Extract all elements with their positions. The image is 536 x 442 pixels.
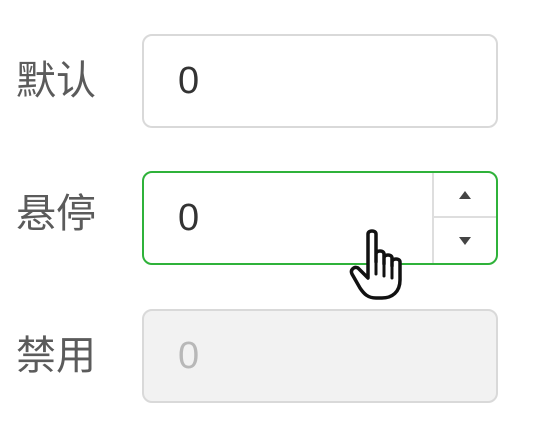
caret-up-icon (459, 190, 471, 199)
disabled-value: 0 (178, 334, 200, 377)
hover-label: 悬停 (16, 191, 96, 237)
hover-value: 0 (178, 196, 200, 239)
default-label: 默认 (16, 58, 96, 104)
hover-number-input[interactable]: 0 (142, 171, 498, 265)
number-stepper (432, 173, 496, 263)
default-value: 0 (178, 59, 200, 102)
default-number-input[interactable]: 0 (142, 34, 498, 128)
row-disabled: 禁用 0 (0, 309, 536, 403)
caret-down-icon (459, 236, 471, 245)
increment-button[interactable] (434, 173, 496, 218)
row-hover: 悬停 0 (0, 171, 536, 265)
disabled-number-input: 0 (142, 309, 498, 403)
row-default: 默认 0 (0, 34, 536, 128)
disabled-label: 禁用 (16, 333, 96, 379)
hand-pointer-cursor-icon (349, 229, 402, 300)
decrement-button[interactable] (434, 218, 496, 263)
